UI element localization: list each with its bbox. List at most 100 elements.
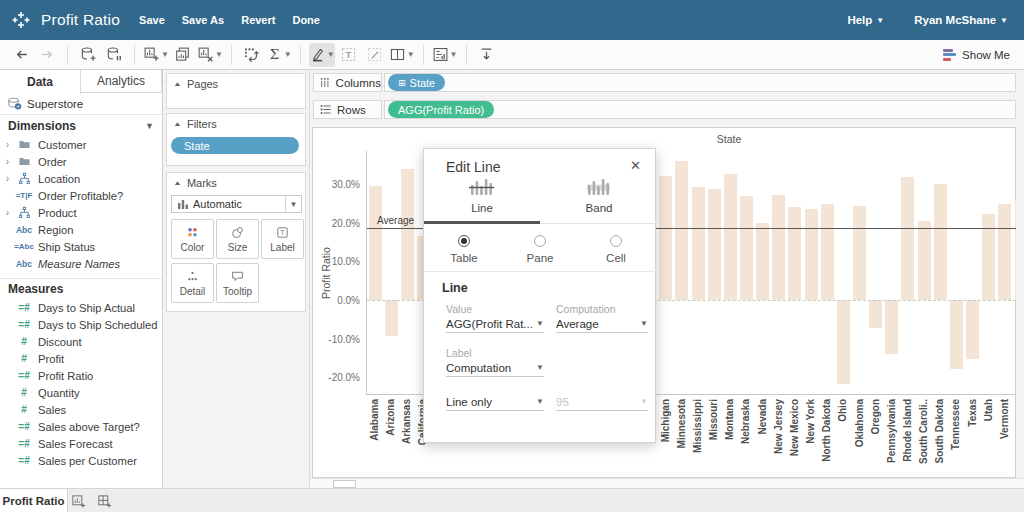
scrollbar-thumb[interactable] bbox=[333, 480, 356, 488]
bar-montana[interactable] bbox=[724, 174, 737, 300]
measure-discount[interactable]: #Discount bbox=[0, 333, 162, 350]
measure-profit[interactable]: #Profit bbox=[0, 350, 162, 367]
measure-profit-ratio[interactable]: =#Profit Ratio bbox=[0, 367, 162, 384]
scope-radio-pane[interactable]: Pane bbox=[510, 235, 570, 264]
bar-texas[interactable] bbox=[966, 300, 979, 359]
bar-mississippi[interactable] bbox=[692, 187, 705, 300]
add-datasource-icon[interactable] bbox=[76, 43, 100, 67]
value-dropdown[interactable]: AGG(Profit Rat...▼ bbox=[446, 315, 544, 333]
bar-new-jersey[interactable] bbox=[772, 195, 785, 300]
columns-pill-state[interactable]: ⊞ State bbox=[388, 74, 445, 91]
bar-tennessee[interactable] bbox=[950, 300, 963, 369]
dimension-customer[interactable]: ›Customer bbox=[0, 136, 162, 153]
new-worksheet-button[interactable] bbox=[66, 491, 90, 511]
bar-nevada[interactable] bbox=[756, 223, 769, 300]
dimension-measure-names[interactable]: AbcMeasure Names bbox=[0, 255, 162, 272]
dimension-location[interactable]: ›Location bbox=[0, 170, 162, 187]
close-icon[interactable]: ✕ bbox=[630, 158, 641, 173]
measure-days-to-ship-actual[interactable]: =#Days to Ship Actual bbox=[0, 299, 162, 316]
size-button[interactable]: Size bbox=[216, 219, 259, 259]
mark-type-dropdown[interactable]: Automatic ▼ bbox=[171, 195, 302, 213]
filter-pill-state[interactable]: State bbox=[171, 137, 299, 154]
measure-days-to-ship-scheduled[interactable]: =#Days to Ship Scheduled bbox=[0, 316, 162, 333]
bar-partial[interactable] bbox=[1015, 200, 1017, 300]
new-dashboard-button[interactable] bbox=[92, 491, 116, 511]
measure-quantity[interactable]: #Quantity bbox=[0, 384, 162, 401]
bar-minnesota[interactable] bbox=[675, 161, 688, 300]
marks-card[interactable]: ▲Marks Automatic ▼ ColorSizeTLabelDetail… bbox=[166, 172, 306, 312]
bar-alabama[interactable] bbox=[369, 186, 382, 300]
summarize-icon[interactable]: Σ▼ bbox=[266, 43, 292, 67]
bar-new-mexico[interactable] bbox=[788, 207, 801, 300]
show-marks-icon[interactable]: ▼ bbox=[432, 43, 458, 67]
caret-down-icon: ▼ bbox=[285, 196, 301, 212]
scope-radio-cell[interactable]: Cell bbox=[586, 235, 646, 264]
revert-button[interactable]: Revert bbox=[241, 14, 275, 26]
bar-vermont[interactable] bbox=[998, 204, 1011, 300]
bar-michigan[interactable] bbox=[659, 176, 672, 300]
dialog-tab-line[interactable]: Line bbox=[424, 177, 540, 214]
rows-pill-profit-ratio[interactable]: AGG(Profit Ratio) bbox=[388, 101, 494, 118]
sheet-tab-profit-ratio[interactable]: Profit Ratio bbox=[0, 489, 68, 512]
scope-radio-table[interactable]: Table bbox=[434, 235, 494, 264]
datasource-row[interactable]: Superstore bbox=[0, 93, 162, 115]
save-button[interactable]: Save bbox=[139, 14, 165, 26]
dimension-product[interactable]: ›Product bbox=[0, 204, 162, 221]
color-button[interactable]: Color bbox=[171, 219, 214, 259]
back-arrow-icon[interactable] bbox=[9, 43, 33, 67]
computation-dropdown[interactable]: Average▼ bbox=[556, 315, 648, 333]
save-as-button[interactable]: Save As bbox=[182, 14, 224, 26]
measure-sales[interactable]: #Sales bbox=[0, 401, 162, 418]
bar-missouri[interactable] bbox=[708, 189, 721, 300]
bar-arizona[interactable] bbox=[385, 300, 398, 336]
user-menu[interactable]: Ryan McShane▼ bbox=[914, 14, 1008, 26]
bar-arkansas[interactable] bbox=[401, 169, 414, 300]
bar-oklahoma[interactable] bbox=[853, 206, 866, 300]
show-me-button[interactable]: Show Me bbox=[943, 49, 1010, 61]
tooltip-button[interactable]: Tooltip bbox=[216, 263, 259, 303]
label-dropdown[interactable]: Computation▼ bbox=[446, 359, 544, 377]
bar-oregon[interactable] bbox=[869, 300, 882, 328]
highlight-icon[interactable]: ▼ bbox=[309, 43, 335, 67]
dimension-order-profitable-[interactable]: =T|FOrder Profitable? bbox=[0, 187, 162, 204]
done-button[interactable]: Done bbox=[292, 14, 320, 26]
bar-ohio[interactable] bbox=[837, 300, 850, 384]
pages-card[interactable]: ▲Pages bbox=[166, 73, 306, 109]
filters-card[interactable]: ▲Filters State bbox=[166, 113, 306, 166]
bar-utah[interactable] bbox=[982, 214, 995, 300]
tab-data[interactable]: Data bbox=[0, 70, 81, 94]
tab-analytics[interactable]: Analytics bbox=[81, 70, 162, 92]
detail-button[interactable]: Detail bbox=[171, 263, 214, 303]
clear-sheet-icon[interactable]: ▼ bbox=[197, 43, 223, 67]
bar-nebraska[interactable] bbox=[740, 196, 753, 300]
new-worksheet-icon[interactable]: ▼ bbox=[143, 43, 169, 67]
dimension-ship-status[interactable]: =AbcShip Status bbox=[0, 238, 162, 255]
horizontal-scrollbar[interactable] bbox=[310, 478, 1024, 488]
pause-datasource-icon[interactable] bbox=[102, 43, 126, 67]
dimension-region[interactable]: AbcRegion bbox=[0, 221, 162, 238]
duplicate-sheet-icon[interactable] bbox=[171, 43, 195, 67]
bar-north-dakota[interactable] bbox=[821, 204, 834, 300]
bar-pennsylvania[interactable] bbox=[885, 300, 898, 354]
download-icon[interactable] bbox=[475, 43, 499, 67]
annotate-icon[interactable] bbox=[363, 43, 387, 67]
measure-sales-above-target-[interactable]: =#Sales above Target? bbox=[0, 418, 162, 435]
label-button[interactable]: TLabel bbox=[261, 219, 304, 259]
measure-sales-forecast[interactable]: =#Sales Forecast bbox=[0, 435, 162, 452]
bar-south-caroli-[interactable] bbox=[918, 221, 931, 300]
dimension-order[interactable]: ›Order bbox=[0, 153, 162, 170]
fit-icon[interactable]: ▼ bbox=[389, 43, 415, 67]
dialog-tab-band[interactable]: Band bbox=[541, 177, 657, 214]
line-only-dropdown[interactable]: Line only▼ bbox=[446, 393, 544, 411]
rows-shelf[interactable]: AGG(Profit Ratio) bbox=[384, 100, 1016, 119]
measures-header[interactable]: Measures bbox=[0, 278, 162, 299]
bar-rhode-island[interactable] bbox=[901, 177, 914, 300]
measure-sales-per-customer[interactable]: =#Sales per Customer bbox=[0, 452, 162, 469]
help-menu[interactable]: Help▼ bbox=[847, 14, 884, 26]
bar-south-dakota[interactable] bbox=[934, 184, 947, 300]
dimensions-header[interactable]: Dimensions ▼ bbox=[0, 115, 162, 136]
columns-shelf[interactable]: ⊞ State bbox=[384, 73, 1016, 92]
text-label-icon[interactable]: T bbox=[337, 43, 361, 67]
bar-new-york[interactable] bbox=[805, 209, 818, 300]
swap-axes-icon[interactable] bbox=[240, 43, 264, 67]
